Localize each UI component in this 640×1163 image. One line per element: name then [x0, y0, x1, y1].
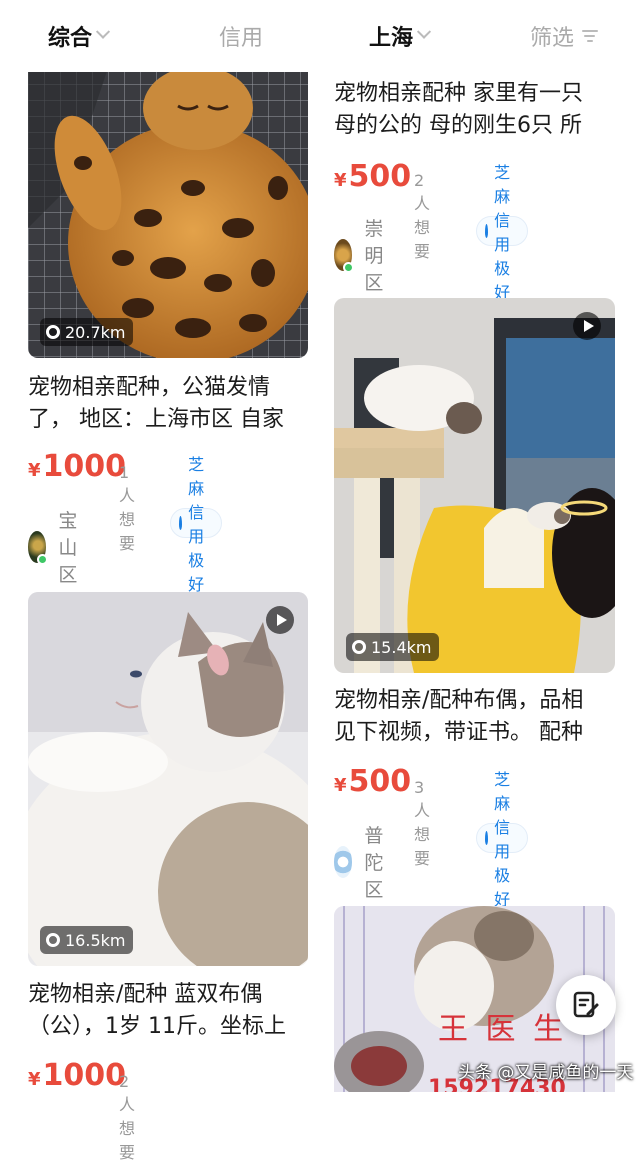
image-overlay-text: 王 医 生 — [438, 1012, 568, 1047]
price-value: 500 — [348, 159, 412, 194]
online-dot — [37, 553, 49, 565]
credit-badge: 芝麻信用极好 — [476, 770, 529, 909]
listing-price: ¥ 500 — [334, 764, 411, 799]
currency-symbol: ¥ — [28, 1069, 41, 1090]
distance-tag: 20.7km — [40, 318, 134, 346]
tab-overall[interactable]: 综合 — [48, 18, 111, 54]
play-icon[interactable] — [573, 312, 601, 340]
listing-title: 宠物相亲配种 家里有一只 母的公的 母的刚生6只 所 — [334, 81, 583, 138]
listing-title: 宠物相亲/配种 蓝双布偶 （公），1岁 11斤。坐标上 — [28, 982, 286, 1039]
listing-price: ¥ 1000 — [28, 1058, 126, 1093]
play-icon[interactable] — [266, 606, 294, 634]
want-count: 1人想要 — [119, 463, 136, 553]
listing-photo: 20.7km — [28, 68, 308, 358]
water-drop-icon — [179, 516, 183, 530]
tab-credit[interactable]: 信用 — [219, 18, 263, 54]
credit-badge-label: 芝麻信用极好 — [494, 770, 511, 909]
distance-tag: 15.4km — [346, 633, 440, 661]
currency-symbol: ¥ — [334, 170, 347, 191]
credit-badge: 芝麻信用极好 — [170, 455, 223, 594]
price-value: 500 — [348, 764, 412, 799]
currency-symbol: ¥ — [334, 775, 347, 796]
listing-title: 宠物相亲/配种布偶，品相 见下视频，带证书。 配种 — [334, 688, 584, 745]
seller-info[interactable]: 普陀区 — [334, 821, 397, 902]
seller-district: 普陀区 — [364, 825, 384, 901]
distance-text: 20.7km — [65, 322, 126, 342]
listing-title: 宠物相亲配种，公猫发情 了， 地区：上海市区 自家 — [28, 375, 284, 432]
online-dot — [343, 261, 355, 273]
tab-city[interactable]: 上海 — [369, 18, 432, 54]
listing-photo: 16.5km — [28, 592, 308, 966]
seller-district: 崇明区 — [364, 218, 384, 294]
credit-badge-label: 芝麻信用极好 — [188, 455, 205, 594]
water-drop-icon — [485, 224, 489, 238]
want-count: 3人想要 — [414, 778, 431, 868]
publish-button[interactable] — [556, 975, 616, 1035]
tab-filter-label: 筛选 — [530, 26, 575, 51]
top-filter-bar: 综合 信用 上海 筛选 — [0, 0, 640, 72]
price-value: 1000 — [42, 1058, 127, 1093]
seller-info[interactable]: 宝山区 — [28, 506, 91, 587]
listing-photo: 15.4km — [334, 298, 615, 673]
credit-badge: 芝麻信用极好 — [476, 163, 529, 302]
filter-icon — [582, 29, 599, 43]
want-count: 2人想要 — [119, 1072, 136, 1162]
avatar — [28, 530, 49, 565]
watermark: 头条 @又是咸鱼的一天 — [458, 1063, 634, 1083]
tab-credit-label: 信用 — [219, 26, 264, 51]
distance-tag: 16.5km — [40, 926, 134, 954]
edit-note-icon — [573, 991, 599, 1018]
seller-info[interactable]: 崇明区 — [334, 214, 397, 295]
credit-badge-label: 芝麻信用极好 — [494, 163, 511, 302]
tab-overall-label: 综合 — [48, 26, 93, 51]
listing-price: ¥ 1000 — [28, 449, 126, 484]
seller-district: 宝山区 — [58, 510, 78, 586]
water-drop-icon — [485, 831, 489, 845]
tab-city-label: 上海 — [369, 26, 414, 51]
avatar — [334, 238, 355, 273]
cat-and-child-image — [334, 298, 615, 673]
location-pin-icon — [46, 933, 60, 947]
chevron-down-icon — [416, 24, 432, 39]
tab-filter[interactable]: 筛选 — [530, 18, 599, 54]
listing-price: ¥ 500 — [334, 159, 411, 194]
location-pin-icon — [352, 640, 366, 654]
bengal-cat-image — [28, 68, 308, 358]
distance-text: 16.5km — [65, 930, 126, 950]
ragdoll-cat-image — [28, 592, 308, 966]
currency-symbol: ¥ — [28, 460, 41, 481]
want-count: 2人想要 — [414, 171, 431, 261]
price-value: 1000 — [42, 449, 127, 484]
chevron-down-icon — [95, 24, 111, 39]
avatar — [334, 845, 353, 878]
location-pin-icon — [46, 325, 60, 339]
distance-text: 15.4km — [371, 637, 432, 657]
